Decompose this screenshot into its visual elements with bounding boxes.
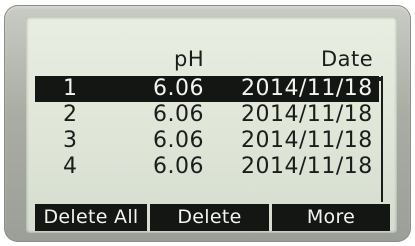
softkey-bar: Delete All Delete More xyxy=(35,204,390,231)
column-header-date: Date xyxy=(321,47,374,71)
row-number: 4 xyxy=(63,154,78,179)
row-number: 3 xyxy=(63,128,78,153)
delete-all-button[interactable]: Delete All xyxy=(35,204,147,231)
row-ph-value: 6.06 xyxy=(153,102,204,127)
row-number: 1 xyxy=(63,76,78,101)
row-ph-value: 6.06 xyxy=(153,128,204,153)
more-button[interactable]: More xyxy=(272,204,390,231)
scrollbar-thumb[interactable] xyxy=(377,77,383,81)
row-date: 2014/11/18 xyxy=(241,128,373,153)
row-date: 2014/11/18 xyxy=(241,102,373,127)
row-date: 2014/11/18 xyxy=(241,154,373,179)
lcd-screen: pH Date 1 6.06 2014/11/18 2 6.06 2014/11… xyxy=(26,17,397,233)
table-row[interactable]: 3 6.06 2014/11/18 xyxy=(35,128,379,154)
scrollbar-track[interactable] xyxy=(381,76,383,202)
row-number: 2 xyxy=(63,102,78,127)
delete-button[interactable]: Delete xyxy=(150,204,269,231)
table-row[interactable]: 4 6.06 2014/11/18 xyxy=(35,154,379,180)
table-row[interactable]: 2 6.06 2014/11/18 xyxy=(35,102,379,128)
row-ph-value: 6.06 xyxy=(153,76,204,101)
row-ph-value: 6.06 xyxy=(153,154,204,179)
device-bezel: pH Date 1 6.06 2014/11/18 2 6.06 2014/11… xyxy=(4,5,411,242)
row-date: 2014/11/18 xyxy=(241,76,373,101)
table-row[interactable]: 1 6.06 2014/11/18 xyxy=(35,76,379,102)
column-header-ph: pH xyxy=(174,47,205,71)
